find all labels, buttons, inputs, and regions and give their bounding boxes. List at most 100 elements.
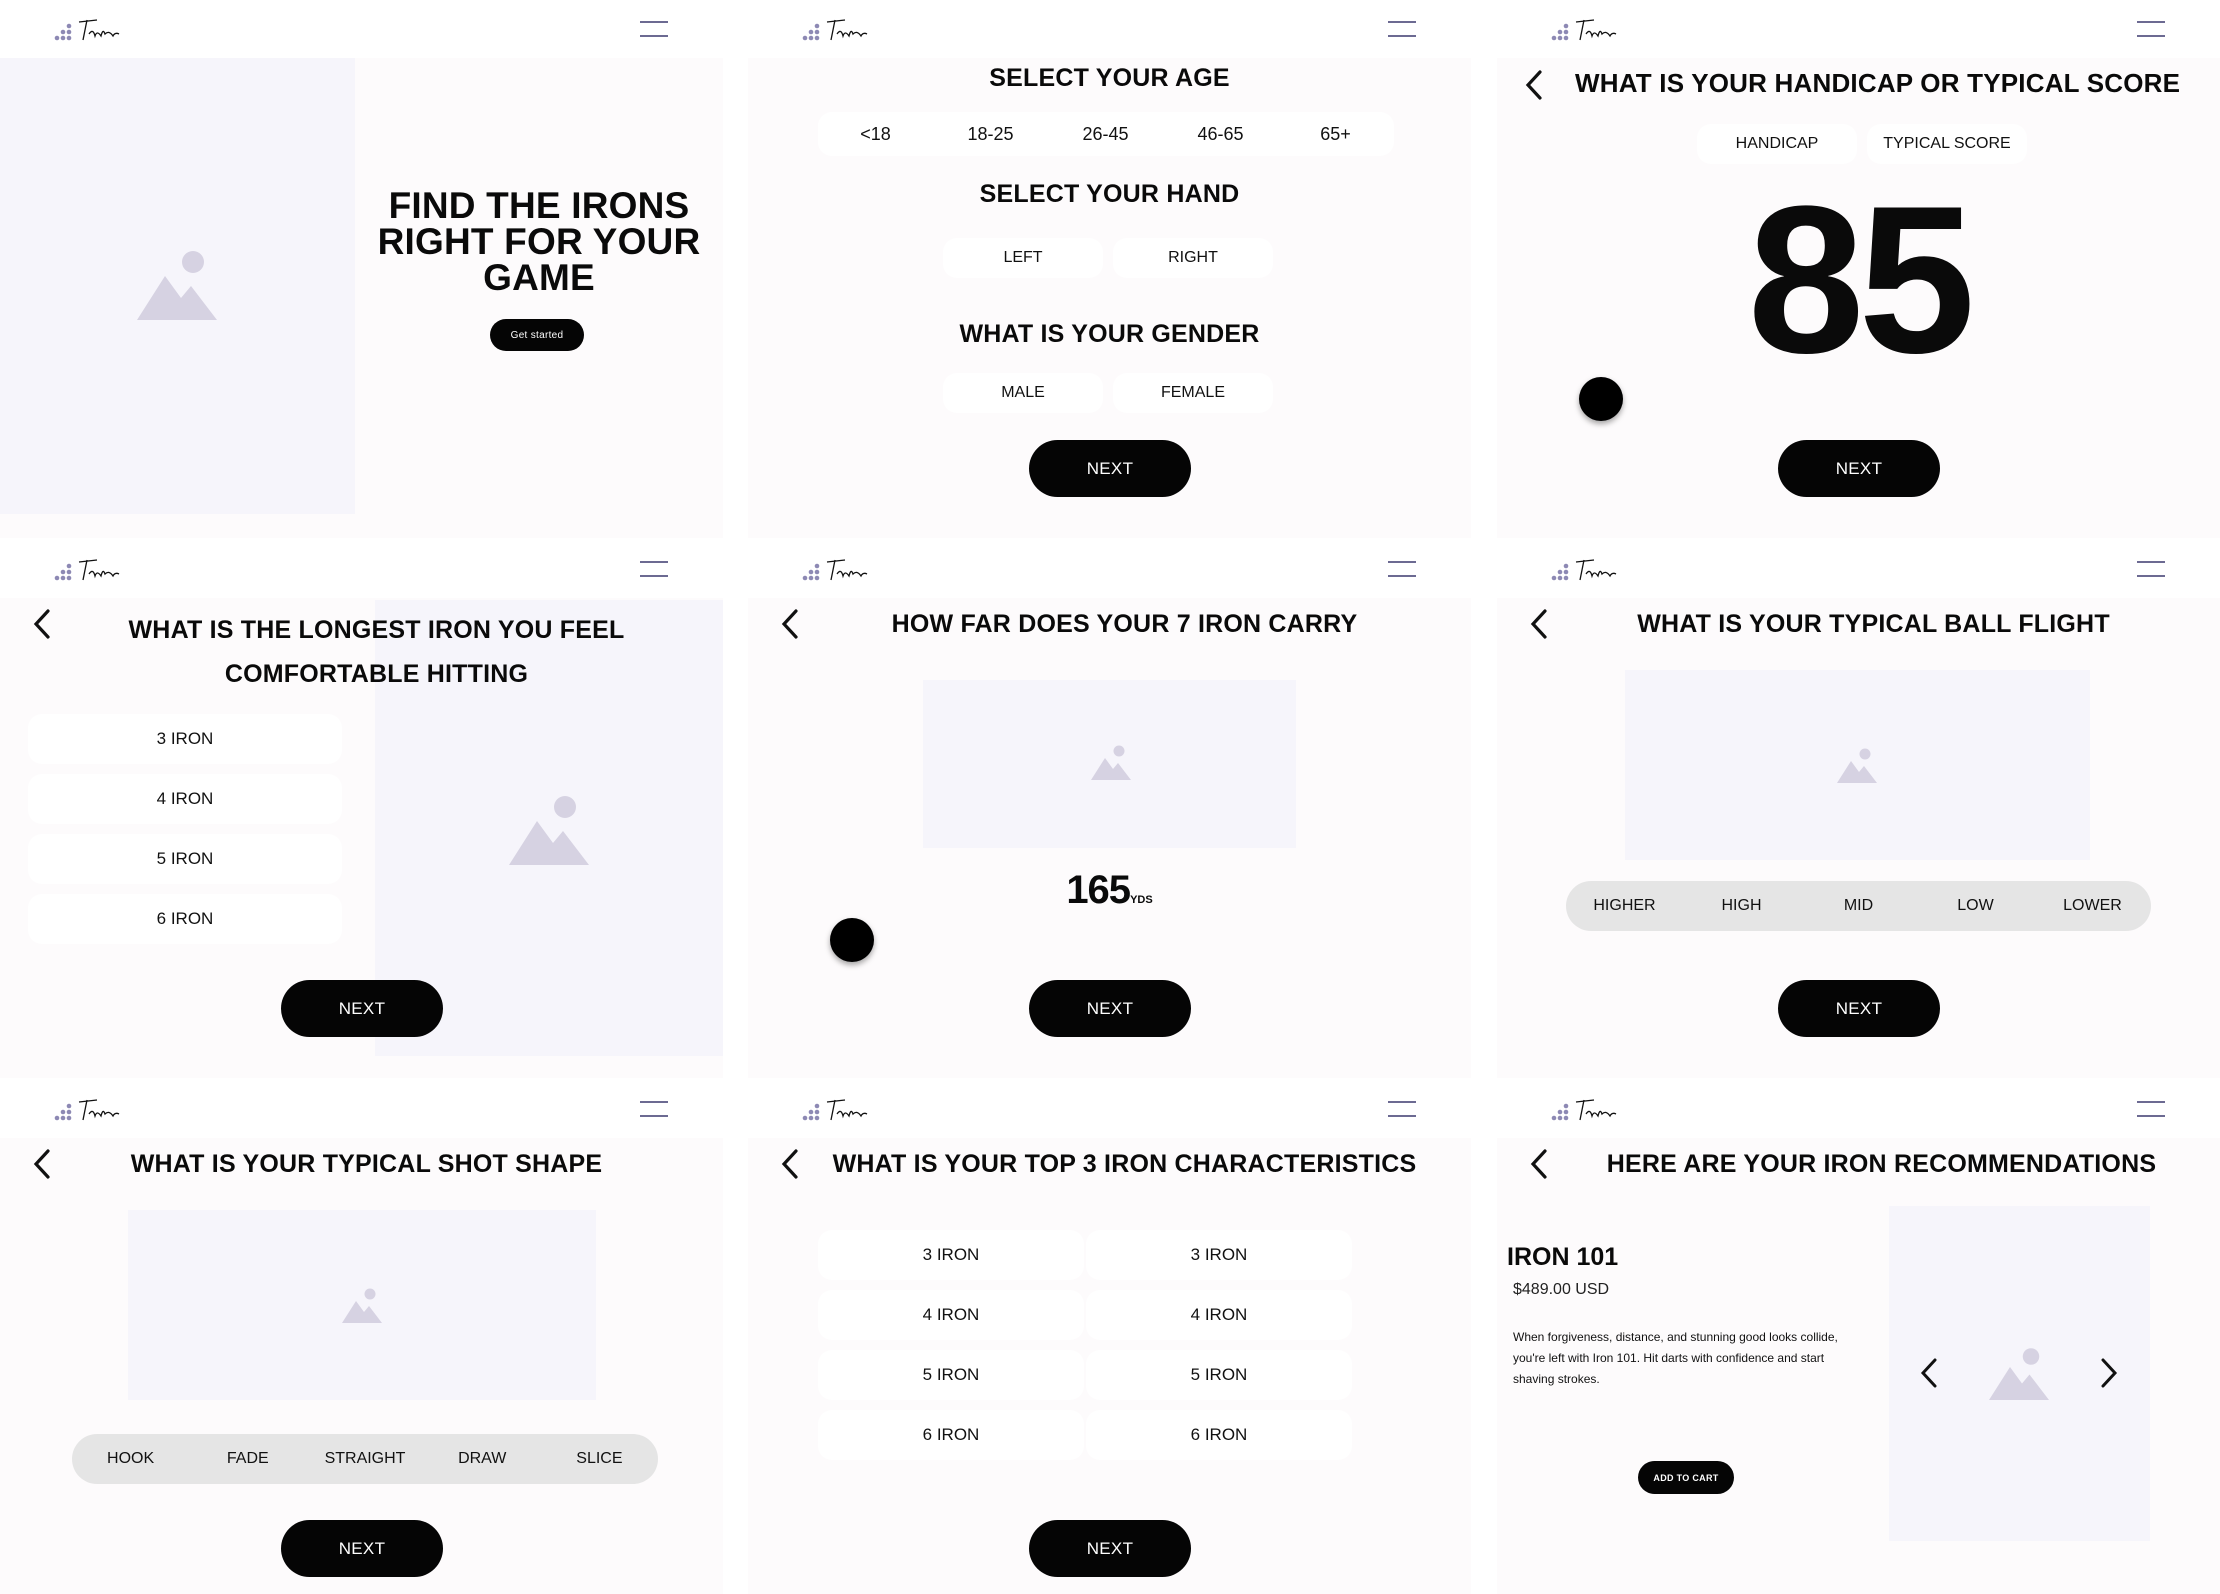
page-title: WHAT IS YOUR HANDICAP OR TYPICAL SCORE (1575, 68, 2181, 98)
age-option[interactable]: 18-25 (933, 112, 1048, 156)
iron-option[interactable]: 6 IRON (28, 894, 342, 944)
characteristic-option[interactable]: 4 IRON (1086, 1290, 1352, 1340)
gender-female-option[interactable]: FEMALE (1113, 373, 1273, 413)
score-value: 85 (1747, 162, 1976, 397)
characteristic-option[interactable]: 5 IRON (818, 1350, 1084, 1400)
brand-logo-icon[interactable] (53, 1096, 133, 1126)
page-title: WHAT IS YOUR TYPICAL SHOT SHAPE (130, 1150, 603, 1178)
screen-longest-iron: WHAT IS THE LONGEST IRON YOU FEEL COMFOR… (0, 540, 723, 1078)
carry-image-placeholder (923, 680, 1296, 848)
shot-shape-option[interactable]: HOOK (72, 1450, 189, 1468)
hamburger-menu-icon[interactable] (640, 560, 668, 578)
hamburger-menu-icon[interactable] (1388, 20, 1416, 38)
product-price: $489.00 USD (1513, 1281, 1610, 1298)
screen-profile: SELECT YOUR AGE <18 18-25 26-45 46-65 65… (748, 0, 1471, 538)
gender-male-option[interactable]: MALE (943, 373, 1103, 413)
brand-logo-icon[interactable] (1550, 556, 1630, 586)
image-placeholder-icon (1989, 1348, 2049, 1400)
chevron-left-icon[interactable] (1522, 68, 1546, 102)
age-option[interactable]: 26-45 (1048, 112, 1163, 156)
age-option[interactable]: <18 (818, 112, 933, 156)
ball-flight-option[interactable]: HIGH (1683, 897, 1800, 915)
page-title: HERE ARE YOUR IRON RECOMMENDATIONS (1606, 1150, 2157, 1178)
add-to-cart-button[interactable]: ADD TO CART (1638, 1461, 1734, 1494)
ball-flight-option[interactable]: LOW (1917, 897, 2034, 915)
characteristic-option[interactable]: 3 IRON (818, 1230, 1084, 1280)
shot-shape-option[interactable]: FADE (189, 1450, 306, 1468)
age-option[interactable]: 46-65 (1163, 112, 1278, 156)
product-name: IRON 101 (1507, 1243, 1619, 1271)
hamburger-menu-icon[interactable] (1388, 560, 1416, 578)
carousel-next-icon[interactable] (2097, 1356, 2121, 1390)
page-title: HOW FAR DOES YOUR 7 IRON CARRY (891, 610, 1358, 638)
brand-logo-icon[interactable] (801, 556, 881, 586)
gender-title: WHAT IS YOUR GENDER (959, 320, 1260, 348)
brand-logo-icon[interactable] (801, 1096, 881, 1126)
characteristic-option[interactable]: 3 IRON (1086, 1230, 1352, 1280)
brand-logo-icon[interactable] (1550, 16, 1630, 46)
carousel-prev-icon[interactable] (1917, 1356, 1941, 1390)
characteristic-option[interactable]: 6 IRON (818, 1410, 1084, 1460)
hand-left-option[interactable]: LEFT (943, 238, 1103, 278)
tab-typical-score[interactable]: TYPICAL SCORE (1867, 124, 2027, 164)
shot-shape-option[interactable]: DRAW (424, 1450, 541, 1468)
image-placeholder-icon (509, 796, 589, 865)
iron-option[interactable]: 3 IRON (28, 714, 342, 764)
age-options: <18 18-25 26-45 46-65 65+ (818, 112, 1394, 156)
iron-option[interactable]: 5 IRON (28, 834, 342, 884)
screen-recommendations: HERE ARE YOUR IRON RECOMMENDATIONS IRON … (1497, 1080, 2220, 1594)
screen-carry: HOW FAR DOES YOUR 7 IRON CARRY 165YDS NE… (748, 540, 1471, 1078)
brand-logo-icon[interactable] (1550, 1096, 1630, 1126)
hamburger-menu-icon[interactable] (2137, 560, 2165, 578)
page-title: WHAT IS YOUR TYPICAL BALL FLIGHT (1637, 610, 2110, 638)
carry-slider-handle[interactable] (830, 918, 874, 962)
characteristic-option[interactable]: 5 IRON (1086, 1350, 1352, 1400)
next-button[interactable]: NEXT (281, 1520, 443, 1577)
carry-value: 165 (1066, 868, 1131, 912)
image-placeholder-icon (1837, 748, 1877, 783)
screen-welcome: FIND THE IRONS RIGHT FOR YOUR GAME Get s… (0, 0, 723, 538)
hero-image-placeholder (0, 58, 355, 514)
brand-logo-icon[interactable] (53, 556, 133, 586)
brand-logo-icon[interactable] (53, 16, 133, 46)
next-button[interactable]: NEXT (1029, 1520, 1191, 1577)
screen-ball-flight: WHAT IS YOUR TYPICAL BALL FLIGHT HIGHER … (1497, 540, 2220, 1078)
hamburger-menu-icon[interactable] (2137, 20, 2165, 38)
age-option[interactable]: 65+ (1278, 112, 1393, 156)
image-placeholder-icon (342, 1288, 382, 1323)
screen-shot-shape: WHAT IS YOUR TYPICAL SHOT SHAPE HOOK FAD… (0, 1080, 723, 1594)
next-button[interactable]: NEXT (1778, 980, 1940, 1037)
brand-logo-icon[interactable] (801, 16, 881, 46)
ball-flight-option[interactable]: HIGHER (1566, 897, 1683, 915)
tab-handicap[interactable]: HANDICAP (1697, 124, 1857, 164)
hamburger-menu-icon[interactable] (1388, 1100, 1416, 1118)
hamburger-menu-icon[interactable] (640, 1100, 668, 1118)
ball-flight-option[interactable]: MID (1800, 897, 1917, 915)
ball-flight-option[interactable]: LOWER (2034, 897, 2151, 915)
screen-characteristics: WHAT IS YOUR TOP 3 IRON CHARACTERISTICS … (748, 1080, 1471, 1594)
next-button[interactable]: NEXT (1029, 980, 1191, 1037)
score-slider-handle[interactable] (1579, 377, 1623, 421)
next-button[interactable]: NEXT (281, 980, 443, 1037)
next-button[interactable]: NEXT (1778, 440, 1940, 497)
welcome-headline: FIND THE IRONS RIGHT FOR YOUR GAME (377, 185, 701, 298)
carry-readout: 165YDS (748, 868, 1471, 913)
page-title: WHAT IS THE LONGEST IRON YOU FEEL COMFOR… (128, 616, 625, 688)
next-button[interactable]: NEXT (1029, 440, 1191, 497)
product-image-carousel (1889, 1206, 2150, 1541)
shot-shape-image-placeholder (128, 1210, 596, 1400)
hand-title: SELECT YOUR HAND (979, 180, 1240, 208)
hand-right-option[interactable]: RIGHT (1113, 238, 1273, 278)
hamburger-menu-icon[interactable] (2137, 1100, 2165, 1118)
iron-option[interactable]: 4 IRON (28, 774, 342, 824)
page-title: WHAT IS YOUR TOP 3 IRON CHARACTERISTICS (832, 1150, 1417, 1178)
image-placeholder-icon (137, 251, 217, 320)
ball-flight-image-placeholder (1625, 670, 2090, 860)
age-title: SELECT YOUR AGE (989, 64, 1230, 92)
shot-shape-option[interactable]: SLICE (541, 1450, 658, 1468)
characteristic-option[interactable]: 4 IRON (818, 1290, 1084, 1340)
get-started-button[interactable]: Get started (490, 319, 584, 351)
characteristic-option[interactable]: 6 IRON (1086, 1410, 1352, 1460)
hamburger-menu-icon[interactable] (640, 20, 668, 38)
shot-shape-option[interactable]: STRAIGHT (306, 1450, 423, 1468)
